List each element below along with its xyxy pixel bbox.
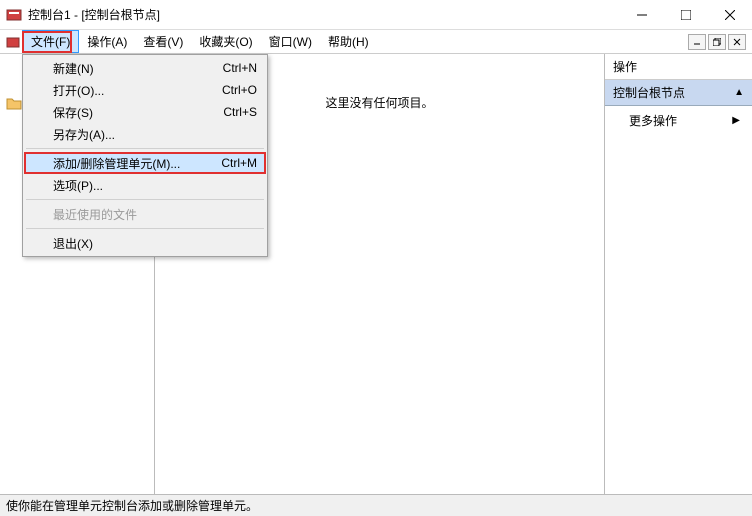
menu-recent-label: 最近使用的文件 [53,206,137,223]
menu-addremove-label: 添加/删除管理单元(M)... [53,155,180,172]
actions-node-header[interactable]: 控制台根节点 ▲ [605,80,752,106]
statusbar: 使你能在管理单元控制台添加或删除管理单元。 [0,494,752,516]
menu-saveas-label: 另存为(A)... [53,126,115,143]
menu-recent-files: 最近使用的文件 [25,203,265,225]
menu-save-shortcut: Ctrl+S [203,105,257,119]
mdi-restore-button[interactable] [708,34,726,50]
toolbar-icon [4,30,22,53]
menu-separator [26,148,264,149]
menu-new[interactable]: 新建(N) Ctrl+N [25,57,265,79]
minimize-button[interactable] [620,1,664,29]
chevron-right-icon: ▶ [732,115,740,126]
menu-open-shortcut: Ctrl+O [202,83,257,97]
mdi-close-button[interactable] [728,34,746,50]
app-icon [6,7,22,23]
menu-exit[interactable]: 退出(X) [25,232,265,254]
maximize-button[interactable] [664,1,708,29]
actions-more-label: 更多操作 [629,112,677,129]
mdi-controls [688,30,748,53]
actions-node-label: 控制台根节点 [613,84,685,101]
menu-saveas[interactable]: 另存为(A)... [25,123,265,145]
actions-header: 操作 [605,54,752,80]
menu-separator [26,199,264,200]
menu-window[interactable]: 窗口(W) [261,30,320,53]
chevron-up-icon: ▲ [734,87,744,98]
titlebar: 控制台1 - [控制台根节点] [0,0,752,30]
actions-more-button[interactable]: 更多操作 ▶ [605,106,752,135]
mdi-minimize-button[interactable] [688,34,706,50]
close-button[interactable] [708,1,752,29]
menu-save-label: 保存(S) [53,104,93,121]
window-title: 控制台1 - [控制台根节点] [28,6,620,23]
menu-file[interactable]: 文件(F) [22,30,79,53]
menu-favorites[interactable]: 收藏夹(O) [191,30,260,53]
menu-action[interactable]: 操作(A) [79,30,135,53]
actions-pane: 操作 控制台根节点 ▲ 更多操作 ▶ [604,54,752,494]
menu-new-shortcut: Ctrl+N [203,61,257,75]
menu-save[interactable]: 保存(S) Ctrl+S [25,101,265,123]
menu-new-label: 新建(N) [53,60,94,77]
menu-add-remove-snapin[interactable]: 添加/删除管理单元(M)... Ctrl+M [25,152,265,174]
file-menu-dropdown: 新建(N) Ctrl+N 打开(O)... Ctrl+O 保存(S) Ctrl+… [22,54,268,257]
menu-open-label: 打开(O)... [53,82,104,99]
menu-open[interactable]: 打开(O)... Ctrl+O [25,79,265,101]
menu-exit-label: 退出(X) [53,235,93,252]
status-text: 使你能在管理单元控制台添加或删除管理单元。 [6,497,258,514]
menu-view[interactable]: 查看(V) [135,30,191,53]
menu-separator [26,228,264,229]
menubar: 文件(F) 操作(A) 查看(V) 收藏夹(O) 窗口(W) 帮助(H) [0,30,752,54]
menu-addremove-shortcut: Ctrl+M [201,156,257,170]
menu-help[interactable]: 帮助(H) [320,30,377,53]
menu-options-label: 选项(P)... [53,177,103,194]
menu-options[interactable]: 选项(P)... [25,174,265,196]
folder-icon [6,96,22,113]
